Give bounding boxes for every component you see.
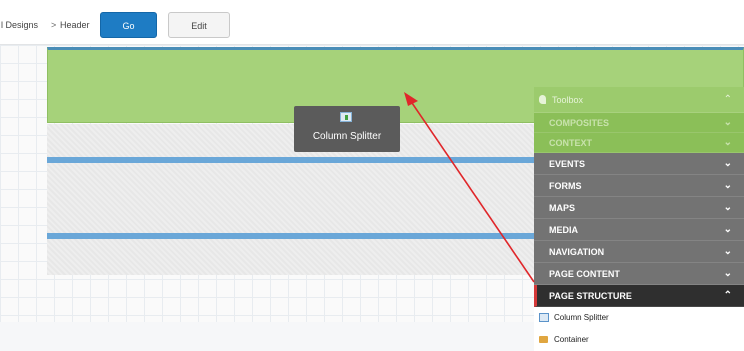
- toolbox-item-label: Column Splitter: [554, 313, 609, 322]
- toolbox-item-column-splitter[interactable]: Column Splitter: [534, 307, 744, 329]
- toolbox-item-label: Container: [554, 335, 589, 344]
- category-label: FORMS: [549, 181, 582, 191]
- toolbox-category-events[interactable]: EVENTS ⌄: [534, 153, 744, 175]
- edit-button[interactable]: Edit: [168, 12, 230, 38]
- toolbox-header[interactable]: Toolbox ⌃: [534, 87, 744, 113]
- column-splitter-icon: [539, 313, 549, 322]
- toolbox-category-page-content[interactable]: PAGE CONTENT ⌄: [534, 263, 744, 285]
- category-label: NAVIGATION: [549, 247, 605, 257]
- toolbox-category-media[interactable]: MEDIA ⌄: [534, 219, 744, 241]
- chevron-down-icon: ⌄: [723, 246, 732, 257]
- toolbox-category-context[interactable]: CONTEXT ⌄: [534, 133, 744, 153]
- toolbox-category-maps[interactable]: MAPS ⌄: [534, 197, 744, 219]
- breadcrumb-item-designs[interactable]: l Designs: [1, 20, 38, 30]
- toolbox-item-container[interactable]: Container: [534, 329, 744, 351]
- chevron-down-icon: ⌄: [723, 268, 732, 279]
- toolbox-category-page-structure[interactable]: PAGE STRUCTURE ⌃: [534, 285, 744, 307]
- breadcrumb-item-header[interactable]: Header: [60, 20, 90, 30]
- leaf-icon: [539, 95, 546, 104]
- category-label: MEDIA: [549, 225, 578, 235]
- category-label: EVENTS: [549, 159, 586, 169]
- toolbox-category-navigation[interactable]: NAVIGATION ⌄: [534, 241, 744, 263]
- category-label: PAGE CONTENT: [549, 269, 620, 279]
- chevron-down-icon: ⌄: [723, 117, 732, 128]
- chevron-down-icon: ⌄: [723, 137, 732, 148]
- chevron-up-icon: ⌃: [723, 290, 732, 301]
- category-label: CONTEXT: [549, 138, 593, 148]
- chevron-up-icon[interactable]: ⌃: [724, 87, 732, 113]
- go-button[interactable]: Go: [100, 12, 157, 38]
- breadcrumb-separator: >: [51, 20, 57, 30]
- category-label: MAPS: [549, 203, 576, 213]
- chevron-down-icon: ⌄: [723, 158, 732, 169]
- toolbox-panel: Toolbox ⌃ COMPOSITES ⌄ CONTEXT ⌄ EVENTS …: [534, 87, 744, 351]
- drag-preview-label: Column Splitter: [312, 131, 382, 142]
- category-label: PAGE STRUCTURE: [549, 291, 632, 301]
- folder-icon: [539, 336, 548, 343]
- toolbox-category-composites[interactable]: COMPOSITES ⌄: [534, 113, 744, 133]
- chevron-down-icon: ⌄: [723, 180, 732, 191]
- category-label: COMPOSITES: [549, 118, 610, 128]
- toolbox-category-forms[interactable]: FORMS ⌄: [534, 175, 744, 197]
- chevron-down-icon: ⌄: [723, 224, 732, 235]
- chevron-down-icon: ⌄: [723, 202, 732, 213]
- top-toolbar: l Designs > Header Go Edit: [0, 0, 744, 45]
- column-splitter-icon: [340, 112, 352, 122]
- drag-preview: Column Splitter: [294, 106, 400, 152]
- toolbox-title: Toolbox: [552, 95, 584, 105]
